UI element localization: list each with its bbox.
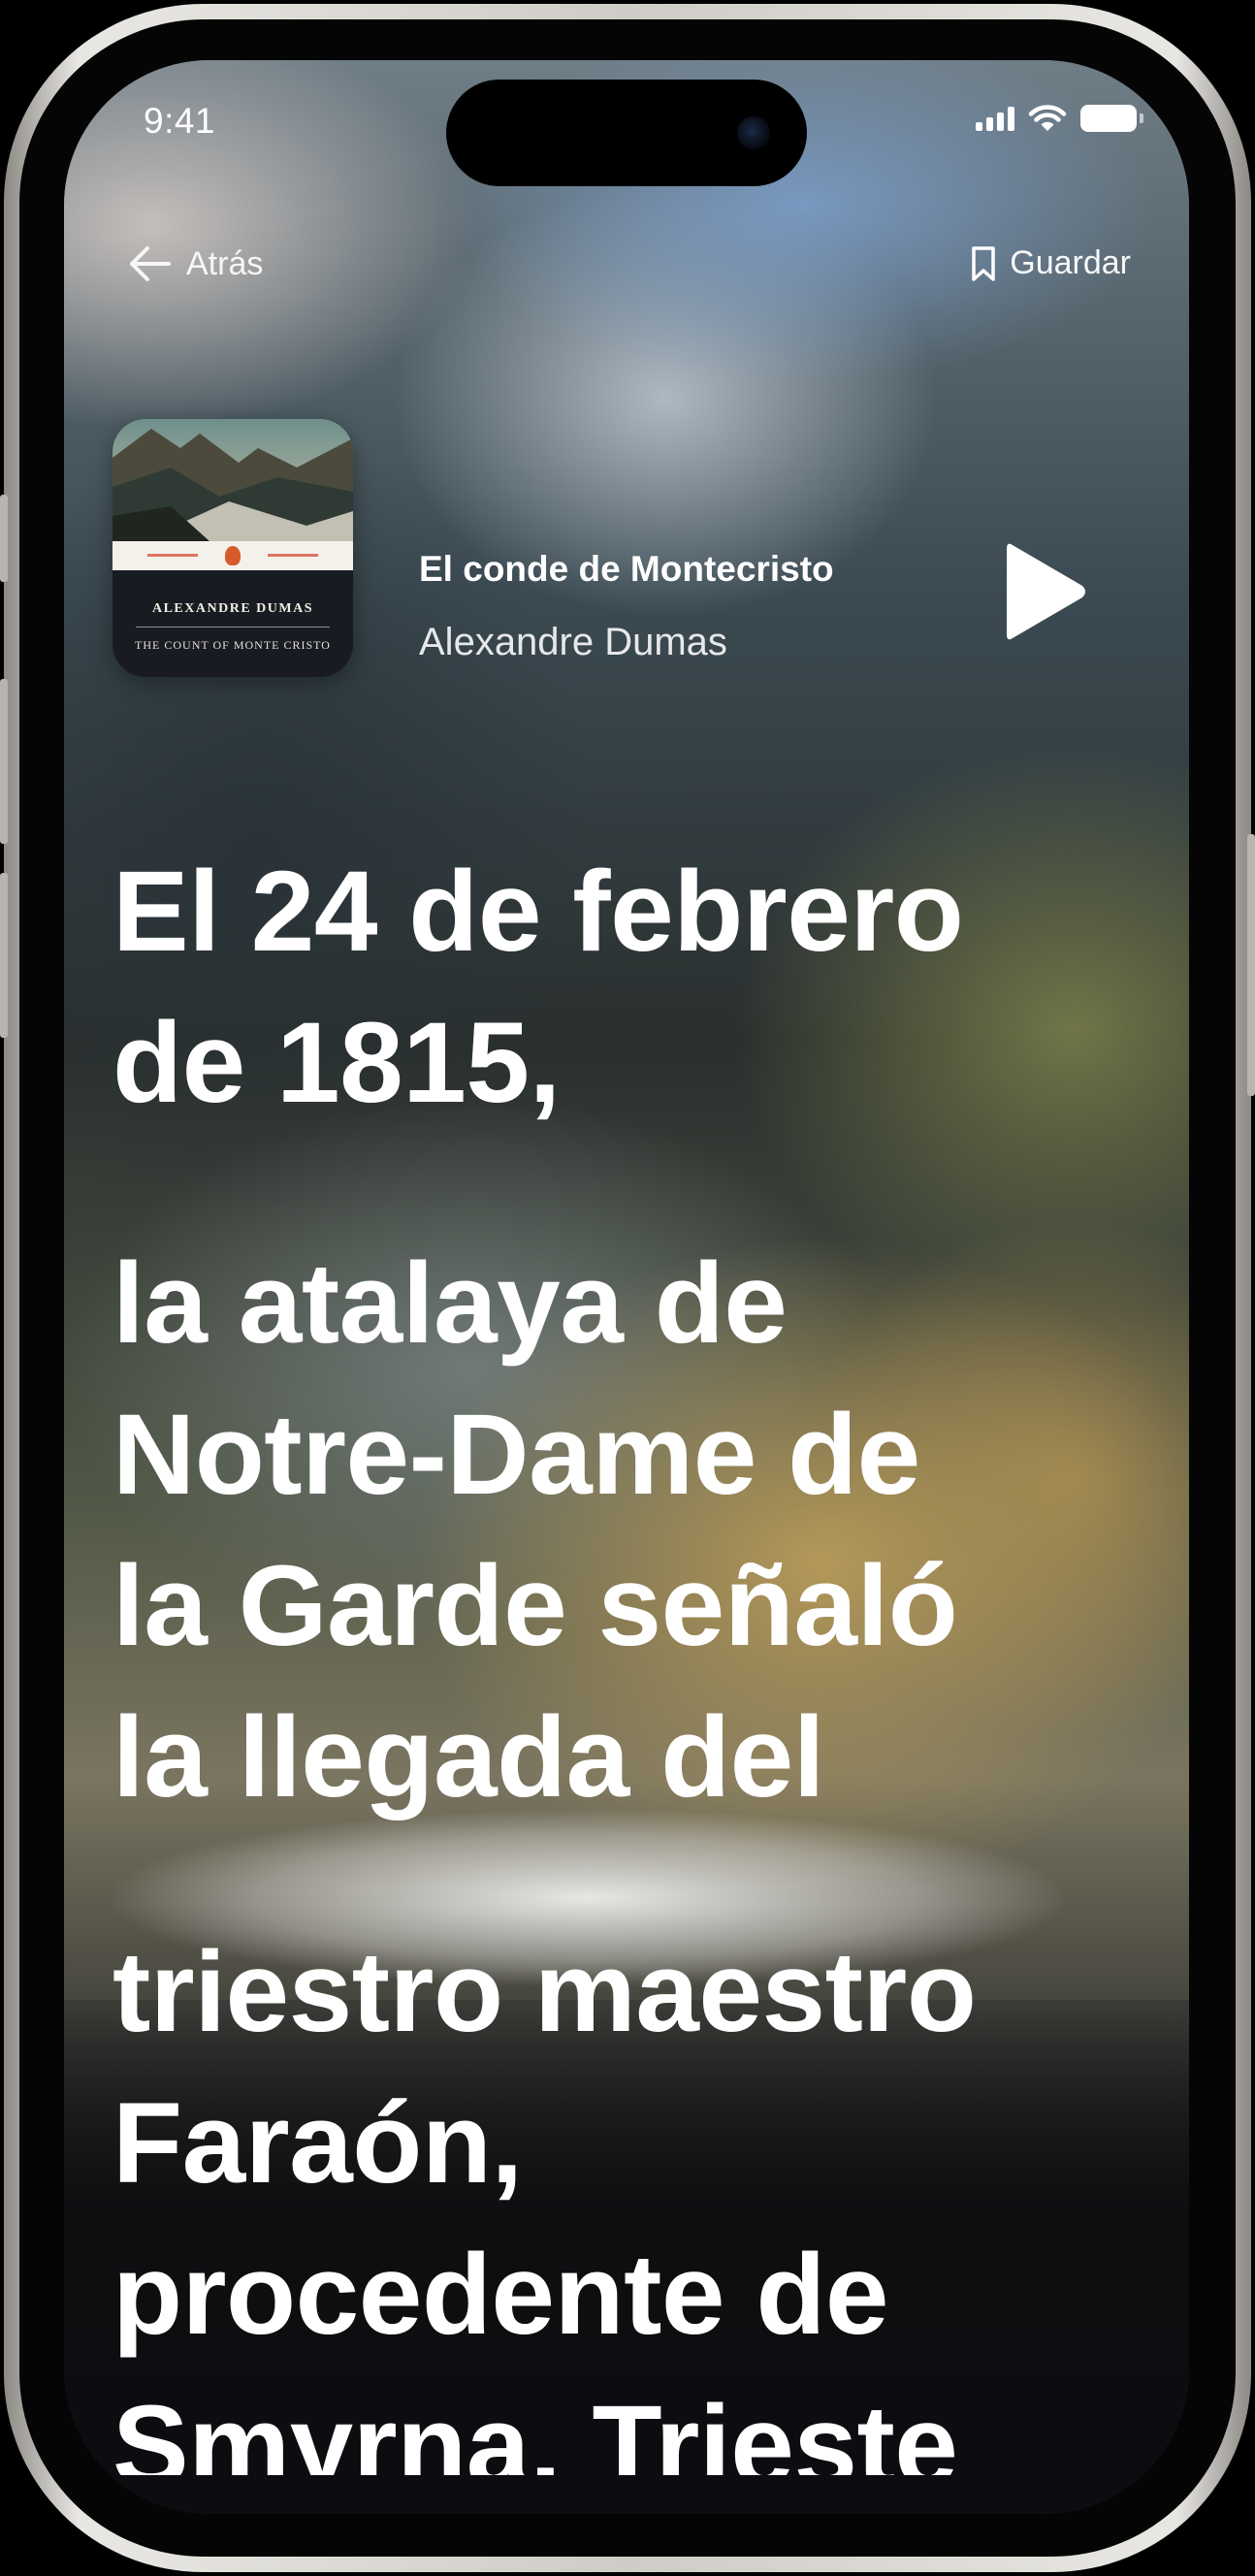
action-button [0, 495, 8, 582]
wifi-icon [1028, 105, 1067, 131]
reader-paragraph: la atalaya de Notre-Dame de la Garde señ… [113, 1228, 1170, 1833]
book-cover[interactable]: ALEXANDRE DUMAS THE COUNT OF MONTE CRIST… [113, 419, 353, 677]
status-icons [976, 105, 1143, 132]
reader-line: la Garde señaló [113, 1542, 958, 1670]
save-label: Guardar [1010, 244, 1131, 281]
cover-title: THE COUNT OF MONTE CRISTO [135, 638, 331, 652]
volume-down-button [0, 873, 8, 1038]
front-camera [737, 116, 770, 149]
cover-illustration [113, 419, 353, 541]
penguin-logo-icon [225, 546, 241, 565]
power-button [1247, 834, 1255, 1096]
reader-paragraph: triestro maestro Faraón, procedente de S… [113, 1916, 1170, 2475]
reader-line: la llegada del [113, 1693, 825, 1821]
back-button[interactable]: Atrás [126, 244, 263, 283]
reader-line: de 1815, [113, 999, 561, 1127]
screen: 9:41 Atrás Guardar ALEXANDRE DUMAS THE C… [64, 60, 1189, 2514]
reader-line: la atalaya de [113, 1240, 788, 1368]
cover-series-line [147, 554, 198, 557]
track-author: Alexandre Dumas [419, 621, 727, 663]
cover-series-line [268, 554, 318, 557]
reader-line: El 24 de febrero [113, 848, 964, 976]
track-title: El conde de Montecristo [419, 549, 834, 589]
reader-line: procedente de [113, 2231, 889, 2359]
back-label: Atrás [186, 244, 264, 282]
reader-paragraph: El 24 de febrero de 1815, [113, 836, 1170, 1139]
signal-icon [976, 106, 1014, 131]
play-button[interactable] [991, 533, 1098, 650]
status-time: 9:41 [144, 101, 216, 141]
save-button[interactable]: Guardar [971, 244, 1131, 282]
arrow-left-icon [130, 246, 171, 281]
dynamic-island [446, 80, 807, 186]
reader-line: Smyrna, Trieste [113, 2382, 958, 2475]
volume-up-button [0, 679, 8, 844]
cover-author: ALEXANDRE DUMAS [151, 601, 313, 616]
reader-line: triestro maestro [113, 1928, 977, 2056]
play-icon [1007, 543, 1085, 640]
reader-line: Faraón, [113, 2079, 523, 2207]
reader-text: El 24 de febrero de 1815, la atalaya de … [113, 836, 1170, 2475]
cover-series-band [113, 541, 353, 570]
battery-icon [1080, 105, 1143, 132]
reader-line: Notre-Dame de [113, 1391, 920, 1519]
bookmark-icon [972, 245, 996, 281]
cover-divider [136, 627, 330, 628]
